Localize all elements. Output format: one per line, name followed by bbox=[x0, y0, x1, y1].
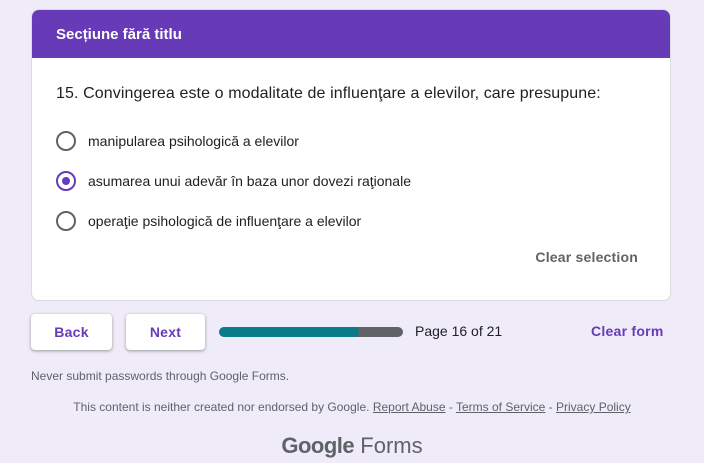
radio-button-selected[interactable] bbox=[56, 171, 76, 191]
clear-selection-button[interactable]: Clear selection bbox=[535, 249, 638, 265]
option-label: manipularea psihologică a elevilor bbox=[88, 133, 299, 149]
option-label: operaţie psihologică de influenţare a el… bbox=[88, 213, 362, 229]
section-title: Secțiune fără titlu bbox=[56, 25, 182, 43]
back-button[interactable]: Back bbox=[31, 314, 112, 350]
progress-bar bbox=[219, 327, 403, 337]
question-title: 15. Convingerea este o modalitate de inf… bbox=[56, 85, 601, 102]
password-warning: Never submit passwords through Google Fo… bbox=[31, 369, 290, 383]
google-forms-logo[interactable]: Google Forms bbox=[0, 433, 704, 459]
separator: - bbox=[545, 400, 557, 414]
option-2[interactable]: asumarea unui adevăr în baza unor dovezi… bbox=[56, 169, 411, 193]
radio-button[interactable] bbox=[56, 211, 76, 231]
clear-form-button[interactable]: Clear form bbox=[591, 323, 664, 339]
terms-of-service-link[interactable]: Terms of Service bbox=[456, 400, 545, 414]
next-button[interactable]: Next bbox=[126, 314, 205, 350]
question-card: Secțiune fără titlu 15. Convingerea este… bbox=[31, 9, 671, 301]
report-abuse-link[interactable]: Report Abuse bbox=[373, 400, 446, 414]
separator: - bbox=[445, 400, 456, 414]
progress-bar-fill bbox=[219, 327, 359, 337]
logo-google-text: Google bbox=[281, 433, 355, 458]
page-indicator: Page 16 of 21 bbox=[415, 323, 503, 339]
option-label: asumarea unui adevăr în baza unor dovezi… bbox=[88, 173, 411, 189]
disclaimer-text: This content is neither created nor endo… bbox=[73, 400, 370, 414]
privacy-policy-link[interactable]: Privacy Policy bbox=[556, 400, 631, 414]
option-1[interactable]: manipularea psihologică a elevilor bbox=[56, 129, 299, 153]
logo-forms-text: Forms bbox=[360, 433, 423, 458]
option-3[interactable]: operaţie psihologică de influenţare a el… bbox=[56, 209, 361, 233]
disclaimer: This content is neither created nor endo… bbox=[0, 400, 704, 414]
section-header: Secțiune fără titlu bbox=[32, 10, 670, 58]
radio-button[interactable] bbox=[56, 131, 76, 151]
